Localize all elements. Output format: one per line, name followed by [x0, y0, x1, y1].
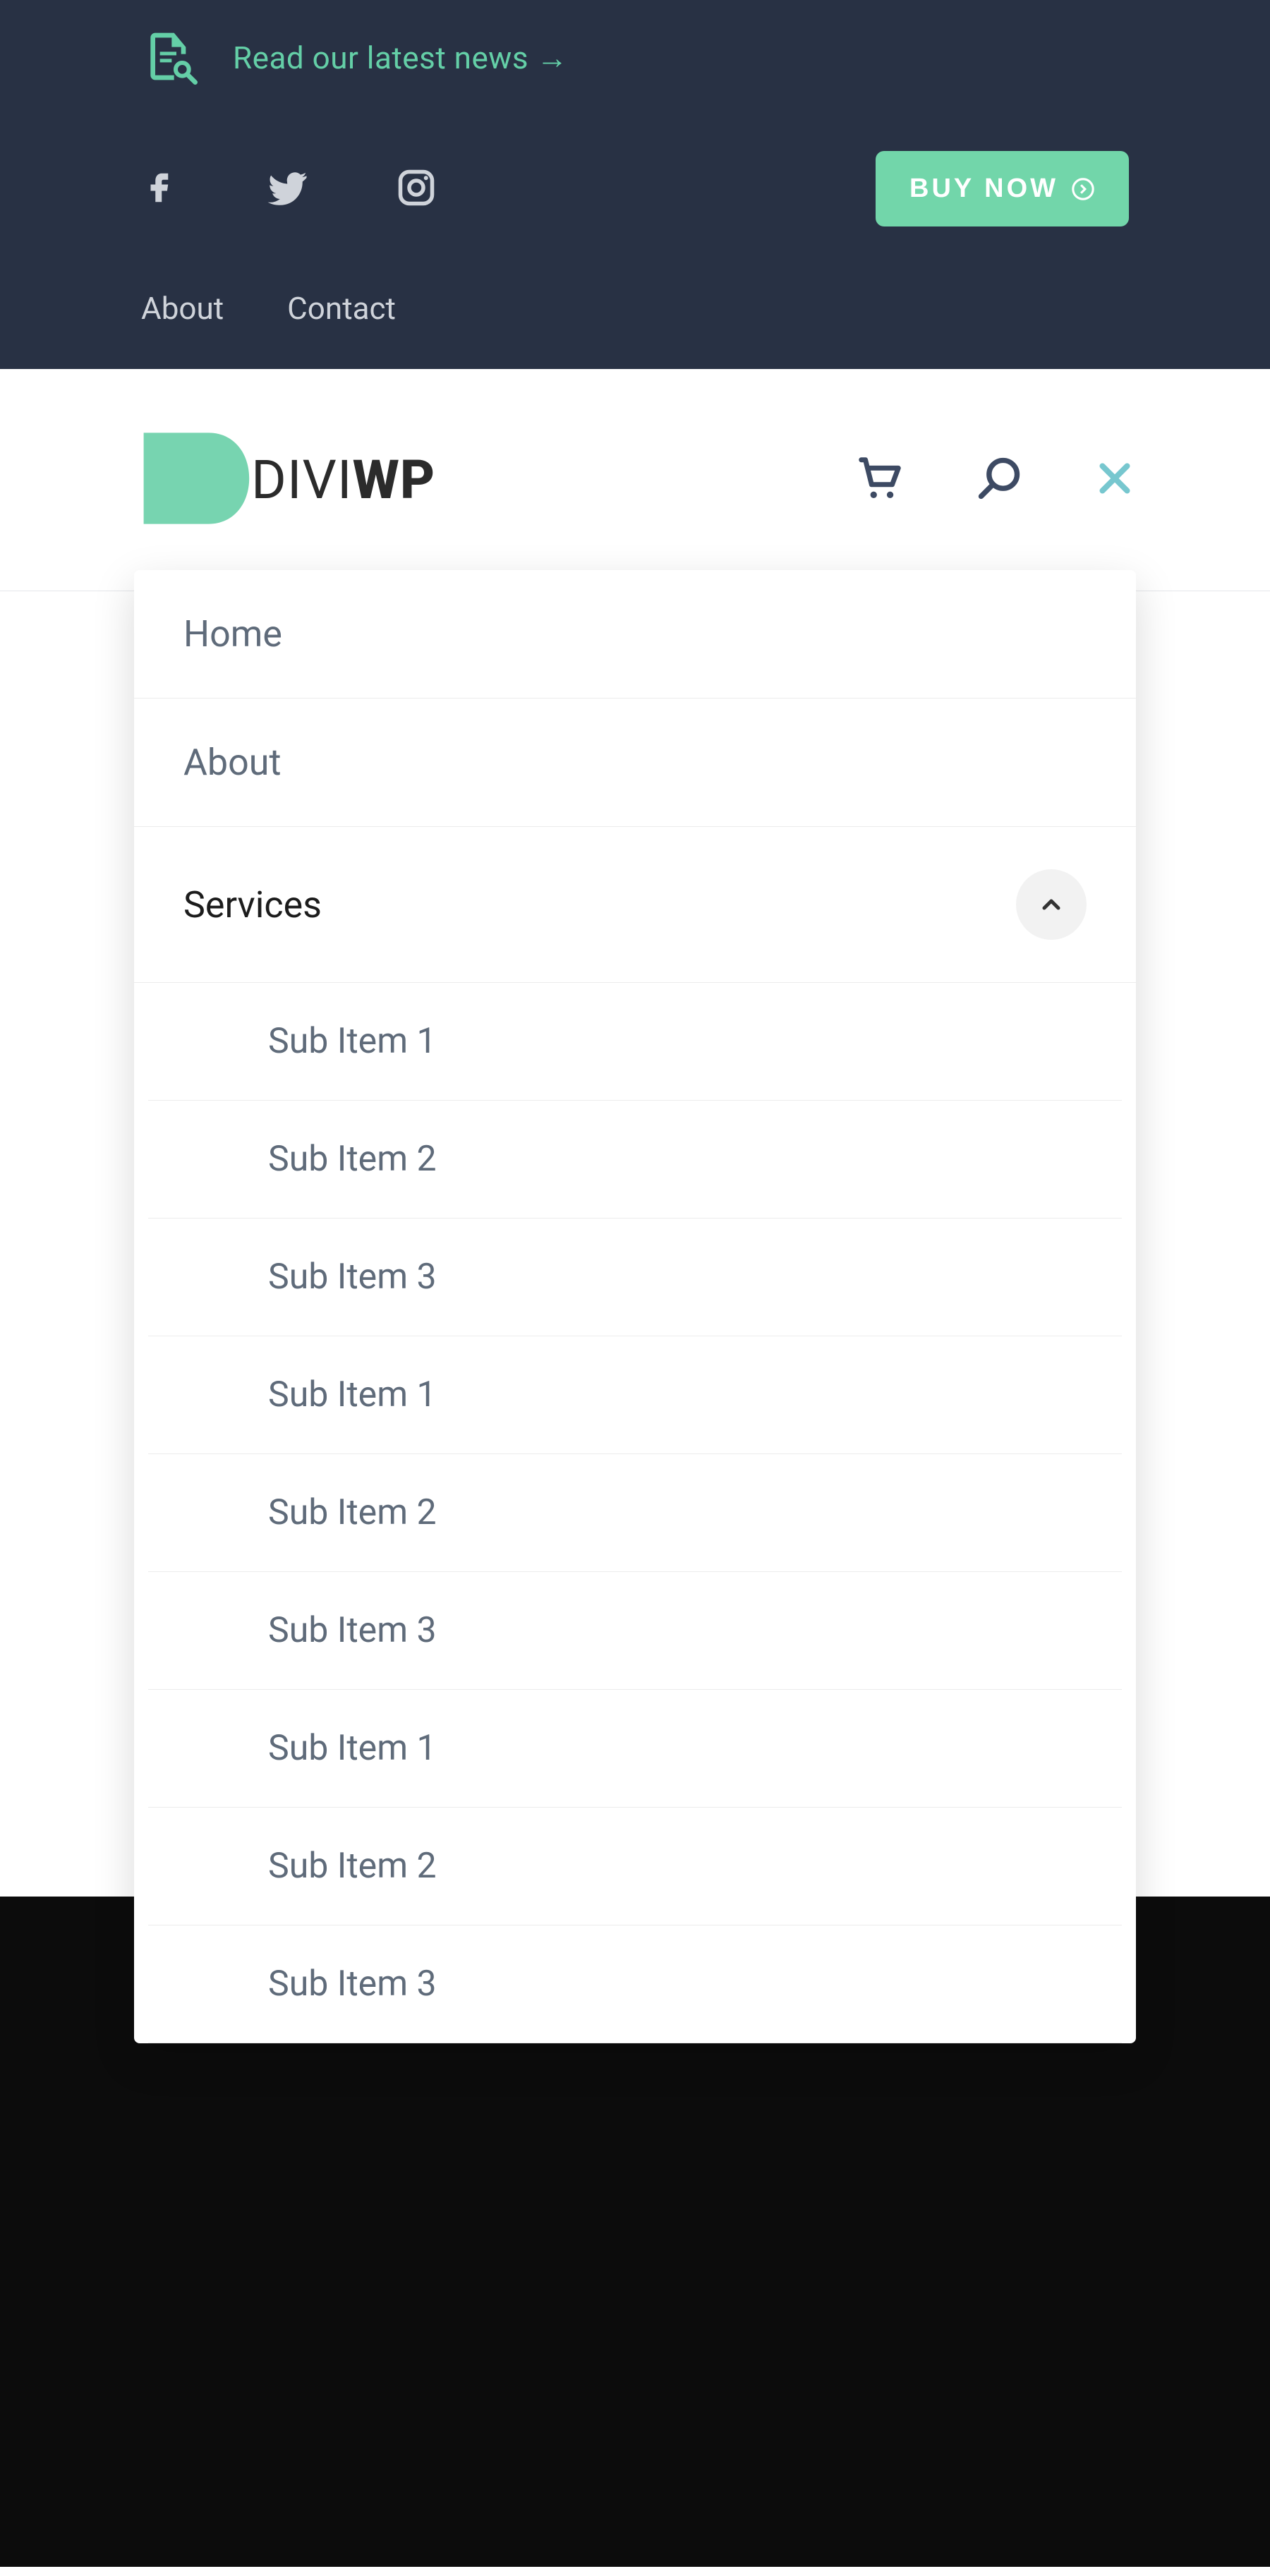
facebook-icon[interactable]	[141, 169, 179, 210]
close-icon[interactable]	[1094, 457, 1136, 502]
news-link[interactable]: Read our latest news →	[233, 40, 568, 76]
cart-icon[interactable]	[855, 454, 905, 506]
header-icons	[855, 454, 1136, 506]
logo-mark-icon	[134, 418, 254, 541]
buy-now-label: BUY NOW	[909, 174, 1058, 204]
mobile-menu: Home About Services Sub Item 1 Sub Item …	[134, 570, 1136, 2043]
chevron-up-icon	[1037, 890, 1065, 919]
logo-text-regular: DIVI	[251, 448, 353, 512]
sub-item[interactable]: Sub Item 3	[148, 1572, 1122, 1690]
twitter-icon[interactable]	[264, 164, 310, 214]
social-icons	[141, 164, 437, 214]
menu-item-label: About	[183, 741, 281, 784]
sub-item[interactable]: Sub Item 1	[148, 1336, 1122, 1454]
menu-item-label: Services	[183, 883, 322, 926]
menu-item-about[interactable]: About	[134, 699, 1136, 827]
header: DIVIWP	[0, 369, 1270, 591]
sub-item[interactable]: Sub Item 1	[148, 1690, 1122, 1808]
sub-item[interactable]: Sub Item 1	[148, 983, 1122, 1101]
logo[interactable]: DIVIWP	[134, 418, 435, 541]
sub-item[interactable]: Sub Item 2	[148, 1454, 1122, 1572]
sub-item[interactable]: Sub Item 2	[148, 1101, 1122, 1219]
logo-text: DIVIWP	[251, 448, 435, 512]
topbar: Read our latest news → BUY NOW About Con…	[0, 0, 1270, 369]
menu-item-label: Home	[183, 612, 282, 655]
content-stage: Home About Services Sub Item 1 Sub Item …	[0, 591, 1270, 2567]
sub-item[interactable]: Sub Item 2	[148, 1808, 1122, 1925]
chevron-right-circle-icon	[1071, 177, 1095, 201]
topbar-link-about[interactable]: About	[141, 290, 224, 327]
buy-now-button[interactable]: BUY NOW	[876, 151, 1129, 226]
collapse-toggle[interactable]	[1016, 869, 1087, 940]
menu-item-home[interactable]: Home	[134, 570, 1136, 699]
topbar-links: About Contact	[141, 290, 1129, 327]
search-icon[interactable]	[975, 454, 1023, 505]
logo-text-bold: WP	[353, 448, 436, 512]
sub-item[interactable]: Sub Item 3	[148, 1219, 1122, 1336]
topbar-news-row: Read our latest news →	[141, 28, 1129, 87]
instagram-icon[interactable]	[395, 167, 437, 212]
menu-item-services[interactable]: Services	[134, 827, 1136, 983]
topbar-link-contact[interactable]: Contact	[287, 290, 396, 327]
topbar-social-row: BUY NOW	[141, 151, 1129, 226]
document-search-icon	[141, 28, 198, 87]
sub-item[interactable]: Sub Item 3	[148, 1925, 1122, 2043]
